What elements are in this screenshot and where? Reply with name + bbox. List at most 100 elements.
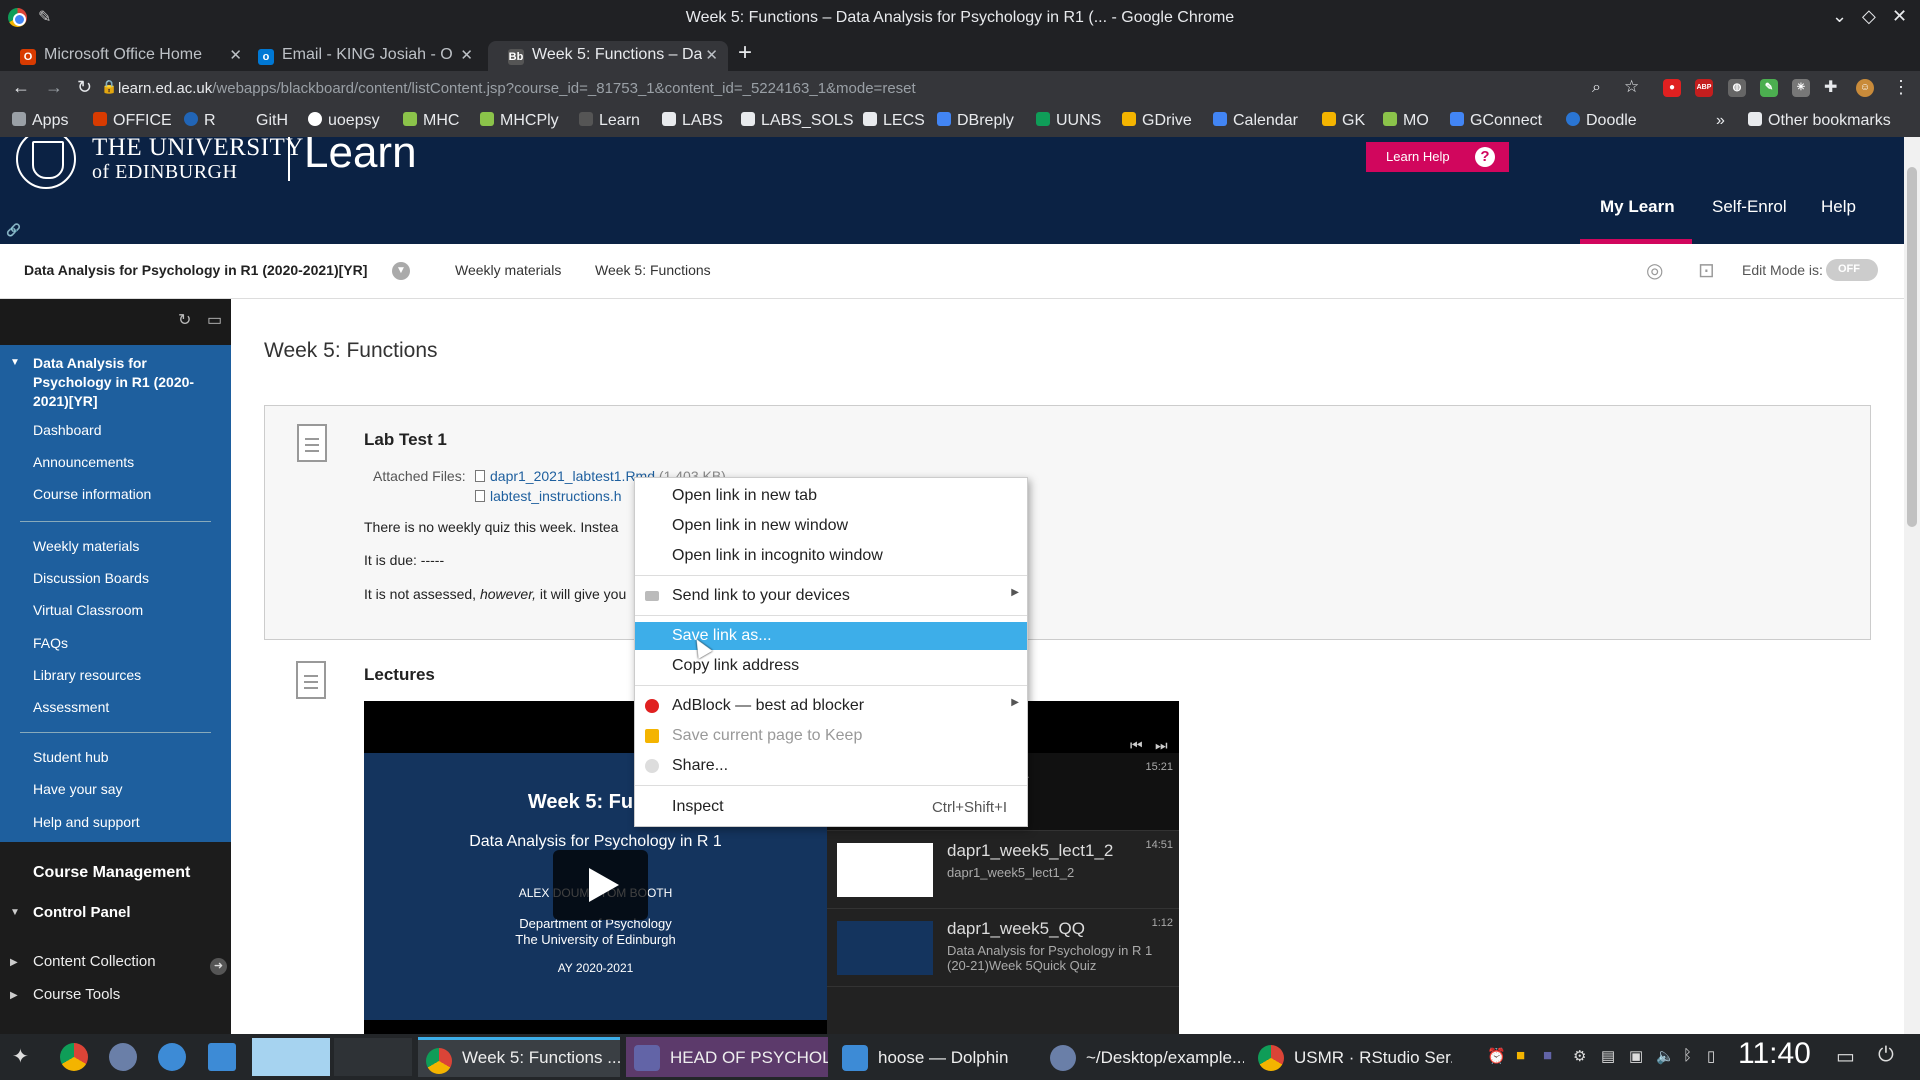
control-panel-title[interactable]: Control Panel (33, 904, 131, 921)
bookmark-office[interactable]: OFFICE (93, 112, 172, 130)
maximize-icon[interactable]: ◇ (1862, 6, 1876, 27)
student-preview-icon[interactable]: ◎ (1646, 258, 1663, 283)
file-link[interactable]: labtest_instructions.h (475, 488, 622, 504)
item-title[interactable]: Lab Test 1 (364, 430, 447, 450)
close-window-icon[interactable]: ✕ (1892, 6, 1907, 27)
bookmark-dbreply[interactable]: DBreply (937, 112, 1014, 130)
refresh-icon[interactable]: ↻ (178, 310, 191, 330)
show-desktop-icon[interactable]: ▭ (1836, 1044, 1855, 1069)
desktop-pager-1[interactable] (252, 1038, 330, 1076)
unlock-icon[interactable]: ⊡ (1698, 258, 1715, 283)
zoom-icon[interactable]: ⌕ (1592, 79, 1601, 97)
breadcrumb-weekly-materials[interactable]: Weekly materials (455, 262, 561, 278)
minimize-icon[interactable]: ⌄ (1832, 6, 1847, 27)
cp-content-collection[interactable]: Content Collection (33, 953, 156, 970)
go-arrow-icon[interactable]: ➜ (210, 958, 227, 975)
breadcrumb-week5[interactable]: Week 5: Functions (595, 262, 711, 278)
tab-email[interactable]: o Email - KING Josiah - Ou ✕ (238, 41, 483, 71)
clock[interactable]: 11:40 (1738, 1037, 1811, 1071)
menu-send-to-devices[interactable]: Send link to your devices ▶ (635, 582, 1027, 610)
bookmark-doodle[interactable]: Doodle (1566, 112, 1637, 130)
expand-triangle-icon[interactable]: ▶ (10, 957, 18, 968)
play-button[interactable] (553, 850, 648, 920)
battery-icon[interactable]: ▯ (1707, 1047, 1715, 1065)
bookmark-mhc[interactable]: MHC (403, 112, 459, 130)
learn-help-button[interactable]: Learn Help ? (1366, 142, 1509, 172)
bluetooth-icon[interactable]: ᛒ (1683, 1047, 1692, 1064)
extensions-puzzle-icon[interactable]: ✚ (1824, 77, 1837, 97)
link-icon[interactable]: 🔗 (6, 223, 21, 237)
task-dolphin[interactable]: hoose — Dolphin (834, 1037, 1036, 1077)
edit-mode-toggle[interactable]: OFF (1826, 259, 1878, 281)
sidebar-item-faqs[interactable]: FAQs (33, 635, 68, 651)
sidebar-item-discussion-boards[interactable]: Discussion Boards (33, 570, 149, 586)
bookmark-star-icon[interactable]: ☆ (1624, 77, 1639, 97)
tab-office[interactable]: O Microsoft Office Home ✕ (0, 41, 252, 71)
power-icon[interactable]: ⏻ (1878, 1044, 1894, 1067)
bookmark-apps[interactable]: Apps (12, 112, 68, 130)
new-tab-icon[interactable]: + (738, 39, 752, 67)
expand-triangle-icon[interactable]: ▶ (10, 990, 18, 1001)
back-icon[interactable]: ← (12, 77, 30, 98)
previous-icon[interactable]: ⏮ (1130, 737, 1143, 754)
sidebar-item-have-your-say[interactable]: Have your say (33, 781, 122, 797)
app-launcher-icon[interactable]: ✦ (12, 1044, 29, 1069)
sidebar-item-course-information[interactable]: Course information (33, 486, 151, 502)
bookmark-uoepsy[interactable]: uoepsy (308, 112, 380, 130)
task-terminal[interactable]: ~/Desktop/example... (1042, 1037, 1244, 1077)
folder-view-icon[interactable]: ▭ (207, 310, 222, 330)
reload-icon[interactable]: ↻ (77, 77, 92, 98)
task-teams[interactable]: HEAD OF PSYCHOL... (626, 1037, 828, 1077)
alarm-icon[interactable]: ⏰ (1487, 1047, 1506, 1065)
bookmark-lecs[interactable]: LECS (863, 112, 925, 130)
r-launcher-icon[interactable] (109, 1043, 137, 1071)
bookmark-learn[interactable]: Learn (579, 112, 640, 130)
thunderbird-launcher-icon[interactable] (158, 1043, 186, 1071)
menu-adblock[interactable]: AdBlock — best ad blocker ▶ (635, 692, 1027, 720)
tab-close-icon[interactable]: ✕ (705, 46, 718, 64)
menu-copy-link-address[interactable]: Copy link address (635, 652, 1027, 680)
chevron-down-icon[interactable]: ▼ (392, 262, 410, 280)
loading-extension-icon[interactable]: ✳ (1792, 79, 1810, 97)
chrome-launcher-icon[interactable] (60, 1043, 88, 1071)
dolphin-launcher-icon[interactable] (208, 1043, 236, 1071)
menu-open-new-window[interactable]: Open link in new window (635, 512, 1027, 540)
evernote-extension-icon[interactable]: ✎ (1760, 79, 1778, 97)
menu-open-incognito[interactable]: Open link in incognito window (635, 542, 1027, 570)
sidebar-course-title[interactable]: Data Analysis for Psychology in R1 (2020… (33, 354, 213, 411)
sidebar-item-assessment[interactable]: Assessment (33, 699, 109, 715)
menu-inspect[interactable]: Inspect Ctrl+Shift+I (635, 793, 1027, 821)
bookmark-gconnect[interactable]: GConnect (1450, 112, 1542, 130)
lock-icon[interactable]: 🔒 (101, 79, 117, 95)
sidebar-item-library-resources[interactable]: Library resources (33, 667, 141, 683)
playlist-item[interactable]: dapr1_week5_QQ Data Analysis for Psychol… (827, 909, 1179, 987)
bookmark-calendar[interactable]: Calendar (1213, 112, 1298, 130)
page-scrollbar[interactable] (1904, 137, 1920, 1034)
profile-avatar[interactable]: ☺ (1856, 79, 1874, 97)
forward-icon[interactable]: → (45, 77, 63, 98)
next-icon[interactable]: ⏭ (1155, 737, 1168, 754)
sidebar-item-help-and-support[interactable]: Help and support (33, 814, 140, 830)
cp-course-tools[interactable]: Course Tools (33, 986, 120, 1003)
volume-icon[interactable]: 🔈 (1656, 1047, 1675, 1065)
task-rstudio[interactable]: USMR · RStudio Ser... (1250, 1037, 1452, 1077)
bookmark-uuns[interactable]: UUNS (1036, 112, 1101, 130)
abp-extension-icon[interactable]: ABP (1695, 79, 1713, 97)
menu-dots-icon[interactable]: ⋮ (1892, 77, 1910, 98)
notes-icon[interactable]: ■ (1516, 1047, 1525, 1064)
tab-week5[interactable]: Bb Week 5: Functions – Da ✕ (488, 41, 728, 71)
nav-my-learn[interactable]: My Learn (1600, 197, 1675, 217)
nav-help[interactable]: Help (1821, 197, 1856, 217)
sidebar-item-student-hub[interactable]: Student hub (33, 749, 109, 765)
network-icon[interactable]: ▣ (1629, 1047, 1643, 1065)
privacy-extension-icon[interactable]: ◍ (1728, 79, 1746, 97)
item-title[interactable]: Lectures (364, 665, 435, 685)
collapse-triangle-icon[interactable]: ▼ (10, 907, 20, 918)
clipboard-icon[interactable]: ▤ (1601, 1047, 1615, 1065)
sidebar-item-announcements[interactable]: Announcements (33, 454, 134, 470)
bookmark-gdrive[interactable]: GDrive (1122, 112, 1192, 130)
playlist-item[interactable]: dapr1_week5_lect1_2 dapr1_week5_lect1_2 … (827, 831, 1179, 909)
settings-tray-icon[interactable]: ⚙ (1573, 1047, 1586, 1065)
bookmark-gk[interactable]: GK (1322, 112, 1365, 130)
bookmark-labs[interactable]: LABS (662, 112, 723, 130)
